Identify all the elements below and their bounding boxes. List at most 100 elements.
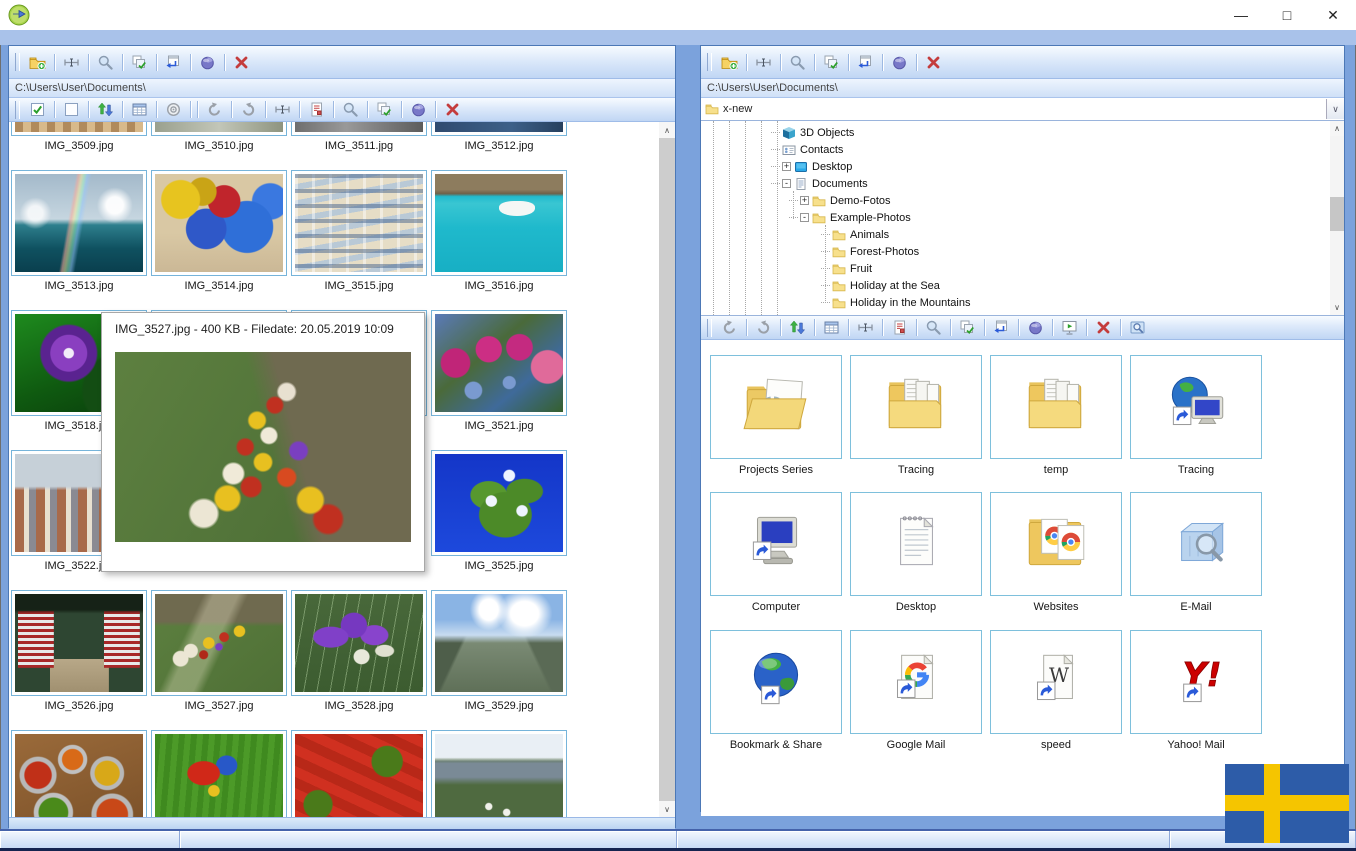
close-button[interactable]: ✕	[1310, 0, 1356, 30]
thumbnail-image[interactable]	[295, 174, 423, 272]
thumbnail[interactable]: IMG_3529.jpg	[431, 590, 567, 714]
tree-item-3d-objects[interactable]: 3D Objects	[701, 124, 854, 141]
thumbnail-image[interactable]	[15, 174, 143, 272]
thumbnail[interactable]: IMG_3528.jpg	[291, 590, 427, 714]
thumbnail-image[interactable]	[155, 174, 283, 272]
rename-icon[interactable]	[58, 52, 85, 73]
thumbnail-image[interactable]	[15, 734, 143, 817]
redo-icon[interactable]	[750, 317, 777, 338]
thumbnail[interactable]: IMG_3516.jpg	[431, 170, 567, 294]
paste-arrow-icon[interactable]	[852, 52, 879, 73]
checkbox-checked-icon[interactable]	[24, 99, 51, 120]
thumbnail-image[interactable]	[295, 122, 423, 132]
tree-item-example-photos[interactable]: -Example-Photos	[701, 209, 911, 226]
shortcut-websites[interactable]: Websites	[990, 492, 1122, 613]
copy-check-icon[interactable]	[818, 52, 845, 73]
table-view-icon[interactable]	[126, 99, 153, 120]
toolbar-grip[interactable]	[15, 53, 20, 71]
spiral-icon[interactable]	[160, 99, 187, 120]
pie-chart-icon[interactable]	[886, 52, 913, 73]
thumbnail[interactable]: IMG_3510.jpg	[151, 122, 287, 154]
thumbnail[interactable]: IMG_3526.jpg	[11, 590, 147, 714]
scroll-up-icon[interactable]: ∧	[659, 122, 675, 138]
rename-icon[interactable]	[269, 99, 296, 120]
file-info-icon[interactable]	[886, 317, 913, 338]
expand-icon[interactable]: +	[782, 162, 791, 171]
copy-check-icon[interactable]	[954, 317, 981, 338]
thumbnail[interactable]	[11, 730, 147, 817]
delete-icon[interactable]	[920, 52, 947, 73]
slideshow-icon[interactable]	[1056, 317, 1083, 338]
shortcut-computer[interactable]: Computer	[710, 492, 842, 613]
undo-icon[interactable]	[201, 99, 228, 120]
thumbnail-image[interactable]	[435, 314, 563, 412]
thumbnail-image[interactable]	[155, 734, 283, 817]
thumbnail[interactable]: IMG_3509.jpg	[11, 122, 147, 154]
sort-arrows-icon[interactable]	[92, 99, 119, 120]
new-folder-icon[interactable]	[24, 52, 51, 73]
pie-chart-icon[interactable]	[405, 99, 432, 120]
thumbnail[interactable]: IMG_3511.jpg	[291, 122, 427, 154]
checkbox-empty-icon[interactable]	[58, 99, 85, 120]
thumbnail-image[interactable]	[295, 594, 423, 692]
thumbnail[interactable]: IMG_3525.jpg	[431, 450, 567, 574]
shortcut-tracing[interactable]: Tracing	[850, 355, 982, 476]
toolbar-grip[interactable]	[15, 101, 20, 119]
toolbar-grip[interactable]	[707, 319, 712, 337]
thumbnail[interactable]	[151, 730, 287, 817]
thumbnail[interactable]: IMG_3527.jpg	[151, 590, 287, 714]
delete-icon[interactable]	[1090, 317, 1117, 338]
new-folder-icon[interactable]	[716, 52, 743, 73]
thumbnail-image[interactable]	[435, 734, 563, 817]
copy-check-icon[interactable]	[126, 52, 153, 73]
expand-icon[interactable]: +	[800, 196, 809, 205]
search-icon[interactable]	[920, 317, 947, 338]
thumbnail-image[interactable]	[435, 454, 563, 552]
tree-item-fruit[interactable]: Fruit	[701, 260, 872, 277]
rename-icon[interactable]	[852, 317, 879, 338]
table-view-icon[interactable]	[818, 317, 845, 338]
collapse-icon[interactable]: -	[800, 213, 809, 222]
sort-arrows-icon[interactable]	[784, 317, 811, 338]
tree-item-documents[interactable]: -Documents	[701, 175, 868, 192]
paste-arrow-icon[interactable]	[160, 52, 187, 73]
redo-icon[interactable]	[235, 99, 262, 120]
tree-item-contacts[interactable]: Contacts	[701, 141, 843, 158]
thumbnail-image[interactable]	[15, 122, 143, 132]
tree-item-animals[interactable]: Animals	[701, 226, 889, 243]
left-path-bar[interactable]: C:\Users\User\Documents\	[9, 79, 675, 98]
search-icon[interactable]	[784, 52, 811, 73]
folder-combo-box[interactable]: x-new ∨	[701, 98, 1344, 121]
scroll-up-icon[interactable]: ∧	[1330, 121, 1344, 136]
pie-chart-icon[interactable]	[194, 52, 221, 73]
shortcut-google-mail[interactable]: Google Mail	[850, 630, 982, 751]
thumbnail[interactable]: IMG_3521.jpg	[431, 310, 567, 434]
thumbnail-image[interactable]	[155, 594, 283, 692]
tree-item-holiday-at-the-sea[interactable]: Holiday at the Sea	[701, 277, 940, 294]
pie-chart-icon[interactable]	[1022, 317, 1049, 338]
thumbnail[interactable]	[291, 730, 427, 817]
shortcut-bookmark-share[interactable]: Bookmark & Share	[710, 630, 842, 751]
delete-icon[interactable]	[439, 99, 466, 120]
shortcut-tracing-2[interactable]: Tracing	[1130, 355, 1262, 476]
preview-icon[interactable]	[1124, 317, 1151, 338]
scrollbar-thumb[interactable]	[659, 138, 675, 801]
right-path-bar[interactable]: C:\Users\User\Documents\	[701, 79, 1344, 98]
scroll-down-icon[interactable]: ∨	[659, 801, 675, 817]
combo-dropdown-icon[interactable]: ∨	[1326, 99, 1344, 119]
rename-icon[interactable]	[750, 52, 777, 73]
shortcut-speed[interactable]: Wspeed	[990, 630, 1122, 751]
thumbnail-image[interactable]	[435, 174, 563, 272]
thumbnail-image[interactable]	[295, 734, 423, 817]
thumbnail-image[interactable]	[155, 122, 283, 132]
search-icon[interactable]	[92, 52, 119, 73]
scroll-down-icon[interactable]: ∨	[1330, 300, 1344, 315]
left-scrollbar[interactable]: ∧ ∨	[659, 122, 675, 817]
shortcut-desktop[interactable]: Desktop	[850, 492, 982, 613]
minimize-button[interactable]: —	[1218, 0, 1264, 30]
paste-arrow-icon[interactable]	[988, 317, 1015, 338]
thumbnail[interactable]: IMG_3513.jpg	[11, 170, 147, 294]
undo-icon[interactable]	[716, 317, 743, 338]
copy-check-icon[interactable]	[371, 99, 398, 120]
thumbnail-image[interactable]	[15, 594, 143, 692]
